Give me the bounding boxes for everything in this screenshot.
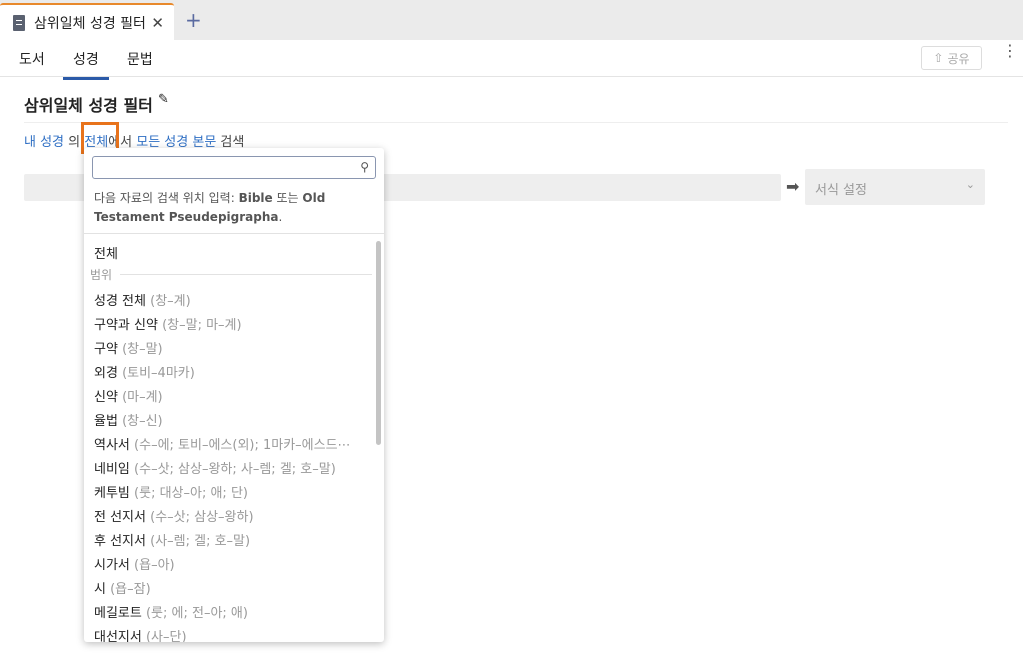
hint-suffix: . bbox=[278, 210, 283, 224]
list-item-range: (사–렘; 겔; 호–말) bbox=[150, 534, 251, 549]
dropdown-list: 전체 범위 성경 전체 (창–계) 구약과 신약 (창–말; 마–계) 구약 (… bbox=[84, 236, 374, 642]
page-title: 삼위일체 성경 필터 bbox=[24, 96, 153, 115]
list-item[interactable]: 대선지서 (사–단) bbox=[94, 626, 187, 642]
list-item-range: (창–말) bbox=[122, 342, 163, 357]
tab-bar: 삼위일체 성경 필터 ✕ + bbox=[0, 0, 1023, 40]
list-item[interactable]: 시 (욥–잠) bbox=[94, 578, 151, 597]
list-item[interactable]: 율법 (창–신) bbox=[94, 410, 163, 429]
list-item-label: 구약과 신약 bbox=[94, 318, 158, 333]
tab-books[interactable]: 도서 bbox=[19, 49, 45, 69]
list-item[interactable]: 구약 (창–말) bbox=[94, 338, 163, 357]
hint-or: 또는 bbox=[272, 191, 303, 205]
list-item-label: 시 bbox=[94, 582, 106, 597]
search-icon: ⚲ bbox=[360, 160, 369, 174]
list-item-label: 전체 bbox=[94, 247, 118, 262]
new-tab-plus-icon[interactable]: + bbox=[185, 8, 202, 32]
list-item[interactable]: 전 선지서 (수–삿; 삼상–왕하) bbox=[94, 506, 254, 525]
tab-grammar[interactable]: 문법 bbox=[127, 49, 153, 69]
list-item-label: 역사서 bbox=[94, 438, 130, 453]
title-divider bbox=[24, 122, 1008, 123]
group-divider bbox=[120, 274, 372, 275]
dropdown-hint: 다음 자료의 검색 위치 입력: Bible 또는 Old Testament … bbox=[94, 189, 364, 227]
dropdown-scrollbar[interactable] bbox=[376, 241, 381, 445]
list-item-range: (마–계) bbox=[122, 390, 163, 405]
list-item-range: (욥–잠) bbox=[110, 582, 151, 597]
source-link[interactable]: 내 성경 bbox=[24, 135, 64, 150]
list-item-label: 율법 bbox=[94, 414, 118, 429]
dropdown-divider bbox=[84, 233, 384, 234]
tab-bible[interactable]: 성경 bbox=[63, 49, 109, 80]
list-item[interactable]: 신약 (마–계) bbox=[94, 386, 163, 405]
list-item-range: (수–에; 토비–에스(외); 1마카–에스드⋯ bbox=[134, 438, 351, 453]
pencil-icon[interactable]: ✎ bbox=[158, 92, 169, 107]
group-label-range: 범위 bbox=[90, 268, 113, 282]
list-item-range: (수–삿; 삼상–왕하) bbox=[150, 510, 254, 525]
list-item-label: 구약 bbox=[94, 342, 118, 357]
list-item[interactable]: 역사서 (수–에; 토비–에스(외); 1마카–에스드⋯ bbox=[94, 434, 366, 453]
list-item-range: (욥–아) bbox=[134, 558, 175, 573]
list-item-label: 대선지서 bbox=[94, 630, 142, 642]
hint-bible: Bible bbox=[238, 191, 273, 205]
list-item-all[interactable]: 전체 bbox=[94, 243, 118, 262]
list-item-label: 메길로트 bbox=[94, 606, 142, 621]
list-item-range: (룻; 대상–아; 애; 단) bbox=[134, 486, 248, 501]
list-item-label: 외경 bbox=[94, 366, 118, 381]
list-item[interactable]: 성경 전체 (창–계) bbox=[94, 290, 191, 309]
query-particle-1: 의 bbox=[68, 135, 81, 150]
list-item-range: (창–신) bbox=[122, 414, 163, 429]
format-settings-label: 서식 설정 bbox=[815, 183, 867, 198]
list-item[interactable]: 네비임 (수–삿; 삼상–왕하; 사–렘; 겔; 호–말) bbox=[94, 458, 366, 477]
list-item-range: (창–말; 마–계) bbox=[162, 318, 242, 333]
list-item-range: (룻; 에; 전–아; 애) bbox=[145, 606, 248, 621]
list-item[interactable]: 메길로트 (룻; 에; 전–아; 애) bbox=[94, 602, 248, 621]
list-item[interactable]: 케투빔 (룻; 대상–아; 애; 단) bbox=[94, 482, 248, 501]
list-item-label: 신약 bbox=[94, 390, 118, 405]
arrow-right-icon[interactable]: ➡ bbox=[786, 177, 799, 196]
sub-navigation: 도서 성경 문법 ⇧ 공유 ⋮ bbox=[0, 40, 1023, 80]
share-button[interactable]: ⇧ 공유 bbox=[921, 46, 982, 70]
list-item-range: (토비–4마카) bbox=[122, 366, 195, 381]
dropdown-search-input[interactable]: ⚲ bbox=[92, 156, 376, 179]
list-item-label: 시가서 bbox=[94, 558, 130, 573]
list-item[interactable]: 외경 (토비–4마카) bbox=[94, 362, 195, 381]
list-item-range: (수–삿; 삼상–왕하; 사–렘; 겔; 호–말) bbox=[134, 462, 336, 477]
share-label: 공유 bbox=[947, 51, 970, 66]
chevron-down-icon: ⌄ bbox=[965, 178, 975, 191]
list-item-label: 네비임 bbox=[94, 462, 130, 477]
list-item-range: (창–계) bbox=[150, 294, 191, 309]
list-item-label: 케투빔 bbox=[94, 486, 130, 501]
list-item[interactable]: 후 선지서 (사–렘; 겔; 호–말) bbox=[94, 530, 250, 549]
document-icon bbox=[13, 14, 25, 31]
list-item-label: 후 선지서 bbox=[94, 534, 146, 549]
document-tab-title: 삼위일체 성경 필터 bbox=[34, 15, 146, 32]
hint-prefix: 다음 자료의 검색 위치 입력: bbox=[94, 191, 239, 205]
list-item-label: 전 선지서 bbox=[94, 510, 146, 525]
scope-dropdown: ⚲ 다음 자료의 검색 위치 입력: Bible 또는 Old Testamen… bbox=[84, 148, 384, 642]
close-icon[interactable]: ✕ bbox=[151, 14, 164, 32]
more-options-icon[interactable]: ⋮ bbox=[1002, 43, 1018, 59]
format-settings-select[interactable]: 서식 설정 ⌄ bbox=[805, 169, 985, 205]
share-icon: ⇧ bbox=[933, 51, 944, 65]
list-item[interactable]: 시가서 (욥–아) bbox=[94, 554, 175, 573]
list-item[interactable]: 구약과 신약 (창–말; 마–계) bbox=[94, 314, 242, 333]
document-tab[interactable]: 삼위일체 성경 필터 ✕ bbox=[0, 3, 174, 40]
list-item-label: 성경 전체 bbox=[94, 294, 146, 309]
list-item-range: (사–단) bbox=[145, 630, 187, 642]
